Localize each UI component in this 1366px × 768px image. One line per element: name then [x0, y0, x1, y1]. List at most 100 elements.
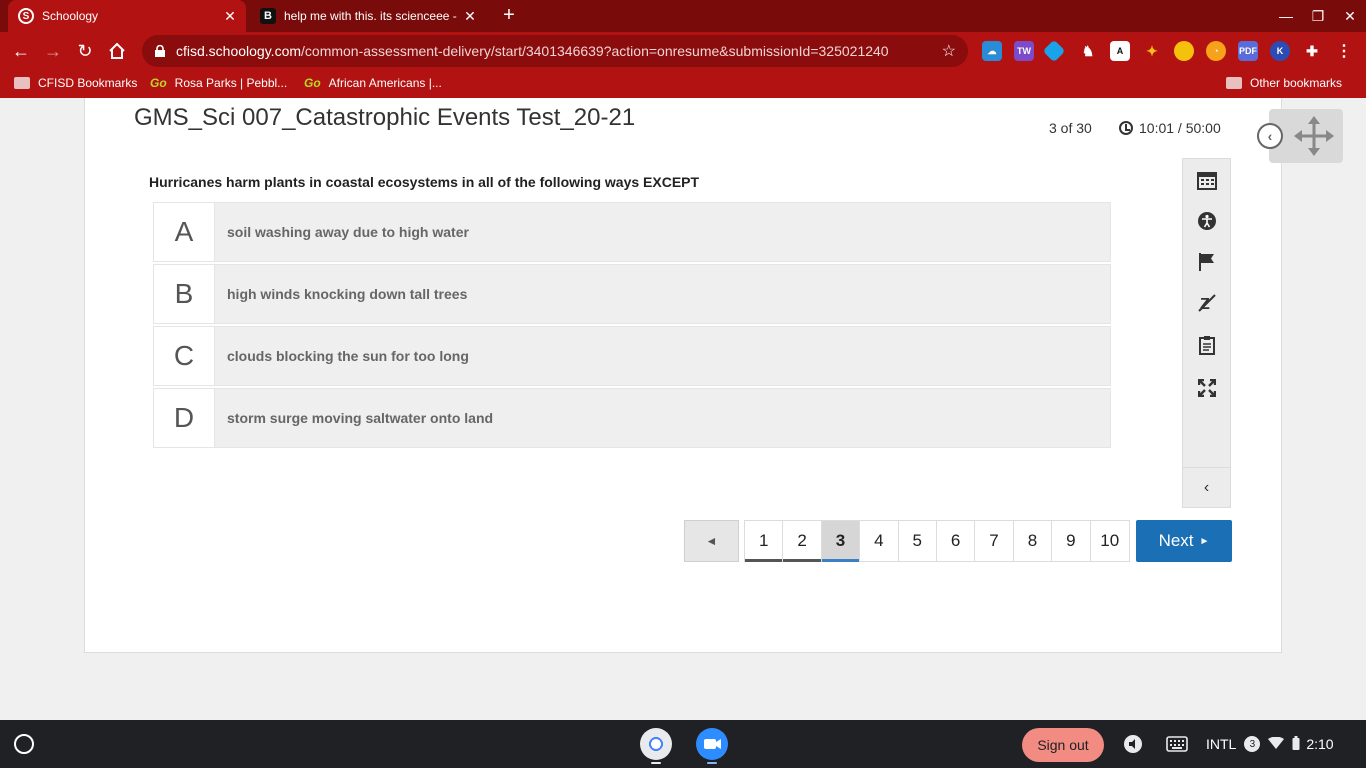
flag-icon[interactable]	[1195, 250, 1219, 274]
answer-letter: A	[154, 203, 215, 261]
keyboard-icon[interactable]	[1165, 732, 1189, 756]
clock-time: 2:10	[1306, 736, 1334, 752]
bookmark-label: CFISD Bookmarks	[38, 76, 138, 90]
tab-close-icon[interactable]: ✕	[220, 8, 240, 25]
chrome-app-icon[interactable]	[640, 728, 672, 760]
collapse-back-icon[interactable]: ‹	[1257, 123, 1283, 149]
answer-option-a[interactable]: A soil washing away due to high water	[153, 202, 1111, 262]
answer-option-b[interactable]: B high winds knocking down tall trees	[153, 264, 1111, 324]
launcher-icon[interactable]	[14, 734, 34, 754]
page-10-button[interactable]: 10	[1090, 521, 1129, 561]
page-3-button[interactable]: 3	[821, 521, 861, 562]
extension-ninja-icon[interactable]: ♞	[1078, 41, 1098, 61]
reload-icon[interactable]: ↻	[72, 38, 98, 64]
answer-option-d[interactable]: D storm surge moving saltwater onto land	[153, 388, 1111, 448]
browser-toolbar: ← → ↻ cfisd.schoology.com/common-assessm…	[0, 32, 1366, 70]
window-close-icon[interactable]: ✕	[1334, 0, 1366, 32]
bookmark-label: African Americans |...	[328, 76, 442, 90]
extension-k-icon[interactable]: K	[1270, 41, 1290, 61]
notepad-icon[interactable]	[1195, 333, 1219, 357]
move-widget[interactable]: ‹	[1257, 109, 1343, 163]
minimize-icon[interactable]: —	[1270, 0, 1302, 32]
extension-pdf-icon[interactable]: PDF	[1238, 41, 1258, 61]
bookmark-african-americans[interactable]: Go African Americans |...	[304, 76, 442, 90]
page-2-button[interactable]: 2	[783, 521, 822, 562]
extension-compass-icon[interactable]: ◔	[1206, 41, 1226, 61]
next-arrow-icon: ►	[1199, 535, 1210, 547]
next-label: Next	[1158, 531, 1194, 550]
tab-close-icon[interactable]: ✕	[460, 8, 480, 25]
wifi-icon	[1268, 736, 1285, 752]
folder-icon	[14, 77, 30, 89]
answer-letter: C	[154, 327, 215, 385]
page-7-button[interactable]: 7	[975, 521, 1014, 561]
extension-cloud-icon[interactable]: ☁	[982, 41, 1002, 61]
calculator-icon[interactable]	[1195, 169, 1219, 193]
page-8-button[interactable]: 8	[1013, 521, 1053, 561]
eliminate-choice-icon[interactable]: Z	[1195, 291, 1219, 315]
tab-title: help me with this. its scienceee -	[284, 9, 457, 23]
app-running-indicator	[707, 762, 717, 764]
page-title: GMS_Sci 007_Catastrophic Events Test_20-…	[134, 104, 636, 131]
folder-icon	[1226, 77, 1242, 89]
accessibility-icon[interactable]	[1195, 209, 1219, 233]
answer-text: soil washing away due to high water	[227, 224, 469, 240]
extension-color-icon[interactable]: ✦	[1142, 41, 1162, 61]
timer-text: 10:01 / 50:00	[1139, 120, 1221, 136]
bookmark-rosa-parks[interactable]: Go Rosa Parks | Pebbl...	[150, 76, 287, 90]
page-6-button[interactable]: 6	[936, 521, 976, 561]
fullscreen-icon[interactable]	[1195, 376, 1219, 400]
sign-out-button[interactable]: Sign out	[1022, 728, 1104, 762]
page-5-button[interactable]: 5	[898, 521, 937, 561]
browser-tabstrip: S Schoology ✕ B help me with this. its s…	[0, 0, 1366, 32]
go-icon: Go	[304, 76, 321, 90]
answer-option-c[interactable]: C clouds blocking the sun for too long	[153, 326, 1111, 386]
os-shelf: Sign out INTL 3 2:10	[0, 720, 1366, 768]
page-1-button[interactable]: 1	[745, 521, 784, 562]
select-to-speak-icon[interactable]	[1121, 732, 1145, 756]
move-arrows-icon[interactable]	[1293, 115, 1335, 157]
answer-letter: B	[154, 265, 215, 323]
tool-rail: Z ‹	[1182, 158, 1231, 508]
schoology-favicon-icon: S	[18, 8, 34, 24]
extension-tw-icon[interactable]: TW	[1014, 41, 1034, 61]
answer-text: high winds knocking down tall trees	[227, 286, 468, 302]
rail-collapse-icon[interactable]: ‹	[1183, 467, 1230, 507]
forward-icon[interactable]: →	[40, 38, 66, 64]
question-text: Hurricanes harm plants in coastal ecosys…	[149, 174, 700, 190]
previous-button[interactable]: ◄	[684, 520, 739, 562]
restore-icon[interactable]: ❐	[1302, 0, 1334, 32]
question-pagination: 1 2 3 4 5 6 7 8 9 10	[744, 520, 1130, 562]
extensions-puzzle-icon[interactable]: ✚	[1302, 41, 1322, 61]
page-9-button[interactable]: 9	[1052, 521, 1091, 561]
page-viewport: GMS_Sci 007_Catastrophic Events Test_20-…	[0, 98, 1366, 720]
go-icon: Go	[150, 76, 167, 90]
new-tab-button[interactable]: +	[498, 4, 520, 26]
extension-on-icon[interactable]	[1174, 41, 1194, 61]
battery-icon	[1292, 735, 1300, 753]
bookmark-cfisd[interactable]: CFISD Bookmarks	[14, 76, 137, 90]
answer-text: clouds blocking the sun for too long	[227, 348, 469, 364]
bookmark-other[interactable]: Other bookmarks	[1226, 76, 1342, 90]
extension-diamond-icon[interactable]	[1042, 39, 1066, 63]
tab-schoology[interactable]: S Schoology ✕	[8, 0, 246, 32]
home-icon[interactable]	[104, 38, 130, 64]
question-progress: 3 of 30	[1049, 120, 1092, 136]
url-host: cfisd.schoology.com	[176, 43, 302, 59]
status-area[interactable]: INTL 3 2:10	[1206, 732, 1334, 756]
browser-menu-icon[interactable]: ⋮	[1334, 41, 1354, 61]
address-bar[interactable]: cfisd.schoology.com/common-assessment-de…	[142, 35, 968, 67]
bookmark-star-icon[interactable]: ☆	[942, 41, 956, 61]
app-running-indicator	[651, 762, 661, 764]
input-method: INTL	[1206, 736, 1237, 752]
zoom-app-icon[interactable]	[696, 728, 728, 760]
answer-letter: D	[154, 389, 215, 447]
lock-icon	[154, 44, 166, 58]
extension-a-icon[interactable]: A	[1110, 41, 1130, 61]
tab-brainly[interactable]: B help me with this. its scienceee - ✕	[250, 0, 486, 32]
next-button[interactable]: Next ►	[1136, 520, 1232, 562]
brainly-favicon-icon: B	[260, 8, 276, 24]
page-4-button[interactable]: 4	[860, 521, 899, 561]
bookmark-label: Other bookmarks	[1250, 76, 1343, 90]
back-icon[interactable]: ←	[8, 38, 34, 64]
